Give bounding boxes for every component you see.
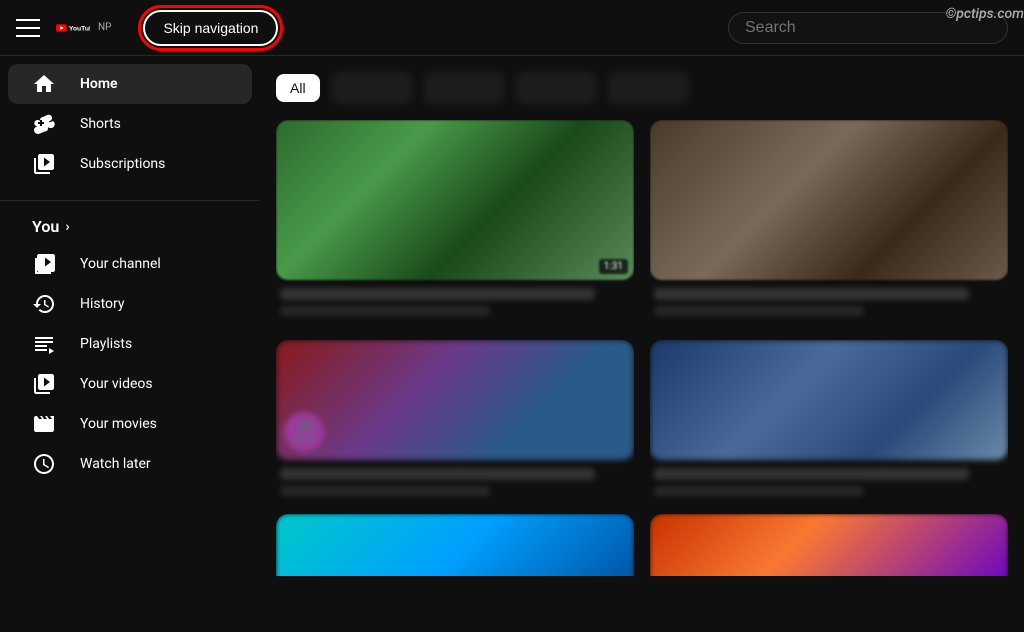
sidebar-item-watch-later-label: Watch later [80, 456, 151, 472]
header: YouTube NP Skip navigation ©pctips.com [0, 0, 1024, 56]
video-meta-1 [280, 306, 490, 316]
sidebar-item-your-videos[interactable]: Your videos [8, 364, 252, 404]
header-right [728, 12, 1008, 44]
video-thumbnail-3: 🎵 [276, 340, 634, 460]
header-left: YouTube NP Skip navigation [16, 10, 278, 46]
video-thumbnail-5 [276, 514, 634, 576]
video-card-2[interactable] [650, 120, 1008, 324]
video-grid-row-2: 🎵 [276, 340, 1008, 504]
video-title-2 [654, 288, 969, 300]
sidebar-item-subscriptions[interactable]: Subscriptions [8, 144, 252, 184]
video-card-4[interactable] [650, 340, 1008, 504]
sidebar-item-shorts-label: Shorts [80, 116, 121, 132]
sidebar-item-home[interactable]: Home [8, 64, 252, 104]
video-title-1 [280, 288, 595, 300]
video-grid-row-3 [276, 514, 1008, 576]
search-bar[interactable] [728, 12, 1008, 44]
chip-blurred-3[interactable] [516, 72, 596, 104]
chevron-right-icon: › [65, 219, 69, 235]
video-info-3 [276, 460, 634, 504]
sidebar-item-history-label: History [80, 296, 125, 312]
video-card-1[interactable]: 1:31 [276, 120, 634, 324]
video-card-3[interactable]: 🎵 [276, 340, 634, 504]
shorts-icon [32, 112, 56, 136]
sidebar-main-section: Home Shorts Subscriptions [0, 64, 260, 192]
sidebar-item-your-movies-label: Your movies [80, 416, 157, 432]
youtube-logo-icon: YouTube [56, 16, 90, 40]
history-icon [32, 292, 56, 316]
channel-avatar-3: 🎵 [284, 412, 324, 452]
video-info-1 [276, 280, 634, 324]
video-info-4 [650, 460, 1008, 504]
skip-navigation-button[interactable]: Skip navigation [143, 10, 278, 46]
video-thumbnail-2 [650, 120, 1008, 280]
video-thumbnail-4 [650, 340, 1008, 460]
subscriptions-icon [32, 152, 56, 176]
svg-text:YouTube: YouTube [69, 25, 90, 32]
watch-later-icon [32, 452, 56, 476]
logo-area[interactable]: YouTube NP [56, 16, 111, 40]
chip-blurred-1[interactable] [332, 72, 412, 104]
video-thumbnail-6 [650, 514, 1008, 576]
video-info-2 [650, 280, 1008, 324]
sidebar: Home Shorts Subscriptions You › [0, 56, 260, 576]
chip-all[interactable]: All [276, 74, 320, 102]
video-meta-2 [654, 306, 864, 316]
video-meta-4 [654, 486, 864, 496]
sidebar-item-your-channel-label: Your channel [80, 256, 161, 272]
your-videos-icon [32, 372, 56, 396]
filter-chips: All [276, 72, 1008, 104]
search-input[interactable] [745, 19, 991, 37]
sidebar-item-history[interactable]: History [8, 284, 252, 324]
sidebar-divider-1 [0, 200, 260, 201]
sidebar-item-your-channel[interactable]: Your channel [8, 244, 252, 284]
chip-blurred-4[interactable] [608, 72, 688, 104]
sidebar-item-playlists-label: Playlists [80, 336, 132, 352]
duration-badge-1: 1:31 [599, 259, 628, 274]
sidebar-item-shorts[interactable]: Shorts [8, 104, 252, 144]
video-title-4 [654, 468, 969, 480]
video-grid-row-1: 1:31 [276, 120, 1008, 324]
video-title-3 [280, 468, 595, 480]
channel-icon [32, 252, 56, 276]
you-section-label: You [32, 217, 59, 236]
video-card-5[interactable] [276, 514, 634, 576]
video-meta-3 [280, 486, 490, 496]
sidebar-item-your-videos-label: Your videos [80, 376, 153, 392]
sidebar-item-watch-later[interactable]: Watch later [8, 444, 252, 484]
video-card-6[interactable] [650, 514, 1008, 576]
main-content: All 1:31 [260, 56, 1024, 576]
sidebar-item-playlists[interactable]: Playlists [8, 324, 252, 364]
your-movies-icon [32, 412, 56, 436]
you-section-header[interactable]: You › [8, 209, 252, 244]
sidebar-item-subscriptions-label: Subscriptions [80, 156, 165, 172]
sidebar-item-your-movies[interactable]: Your movies [8, 404, 252, 444]
chip-blurred-2[interactable] [424, 72, 504, 104]
logo-np-label: NP [98, 22, 111, 33]
hamburger-icon[interactable] [16, 16, 40, 40]
playlists-icon [32, 332, 56, 356]
video-thumbnail-1: 1:31 [276, 120, 634, 280]
home-icon [32, 72, 56, 96]
sidebar-item-home-label: Home [80, 76, 118, 92]
